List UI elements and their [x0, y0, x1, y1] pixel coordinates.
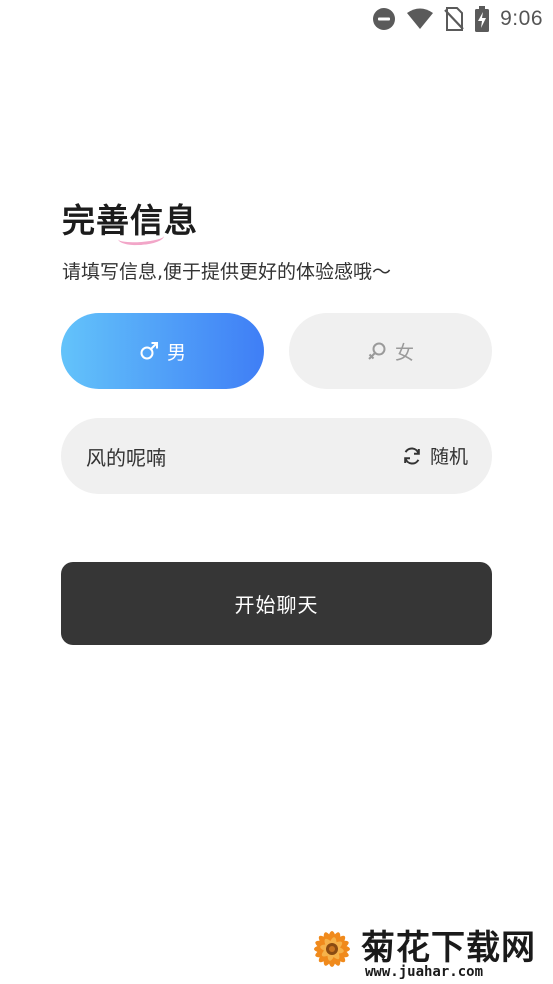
- refresh-icon: [402, 446, 422, 466]
- watermark-url: www.juahar.com: [365, 964, 484, 980]
- male-symbol-icon: [139, 341, 159, 361]
- random-nickname-button[interactable]: 随机: [402, 442, 468, 469]
- start-chat-button[interactable]: 开始聊天: [61, 562, 492, 645]
- gender-female-label: 女: [394, 341, 414, 364]
- wifi-icon: [406, 8, 434, 30]
- page-title: 完善信息: [62, 201, 198, 240]
- watermark: 菊花下载网 www.juahar.com: [303, 918, 551, 980]
- status-bar: 9:06: [0, 0, 553, 38]
- start-chat-label: 开始聊天: [234, 593, 319, 617]
- flower-logo-icon: [303, 918, 361, 984]
- gender-male-button[interactable]: 男: [61, 313, 264, 389]
- female-symbol-icon: [367, 341, 387, 361]
- page-subtitle: 请填写信息,便于提供更好的体验感哦～: [62, 261, 392, 283]
- battery-charging-icon: [474, 6, 490, 32]
- do-not-disturb-icon: [372, 7, 396, 31]
- gender-male-label: 男: [166, 341, 186, 364]
- nickname-value[interactable]: 风的呢喃: [86, 442, 166, 471]
- status-time: 9:06: [500, 7, 543, 30]
- nickname-field[interactable]: 风的呢喃 随机: [61, 418, 492, 494]
- random-nickname-label: 随机: [429, 446, 468, 468]
- page-title-block: 完善信息: [62, 194, 198, 247]
- no-sim-icon: [444, 7, 464, 31]
- gender-female-button[interactable]: 女: [289, 313, 492, 389]
- status-icons: 9:06: [372, 6, 543, 32]
- watermark-title: 菊花下载网: [361, 928, 536, 968]
